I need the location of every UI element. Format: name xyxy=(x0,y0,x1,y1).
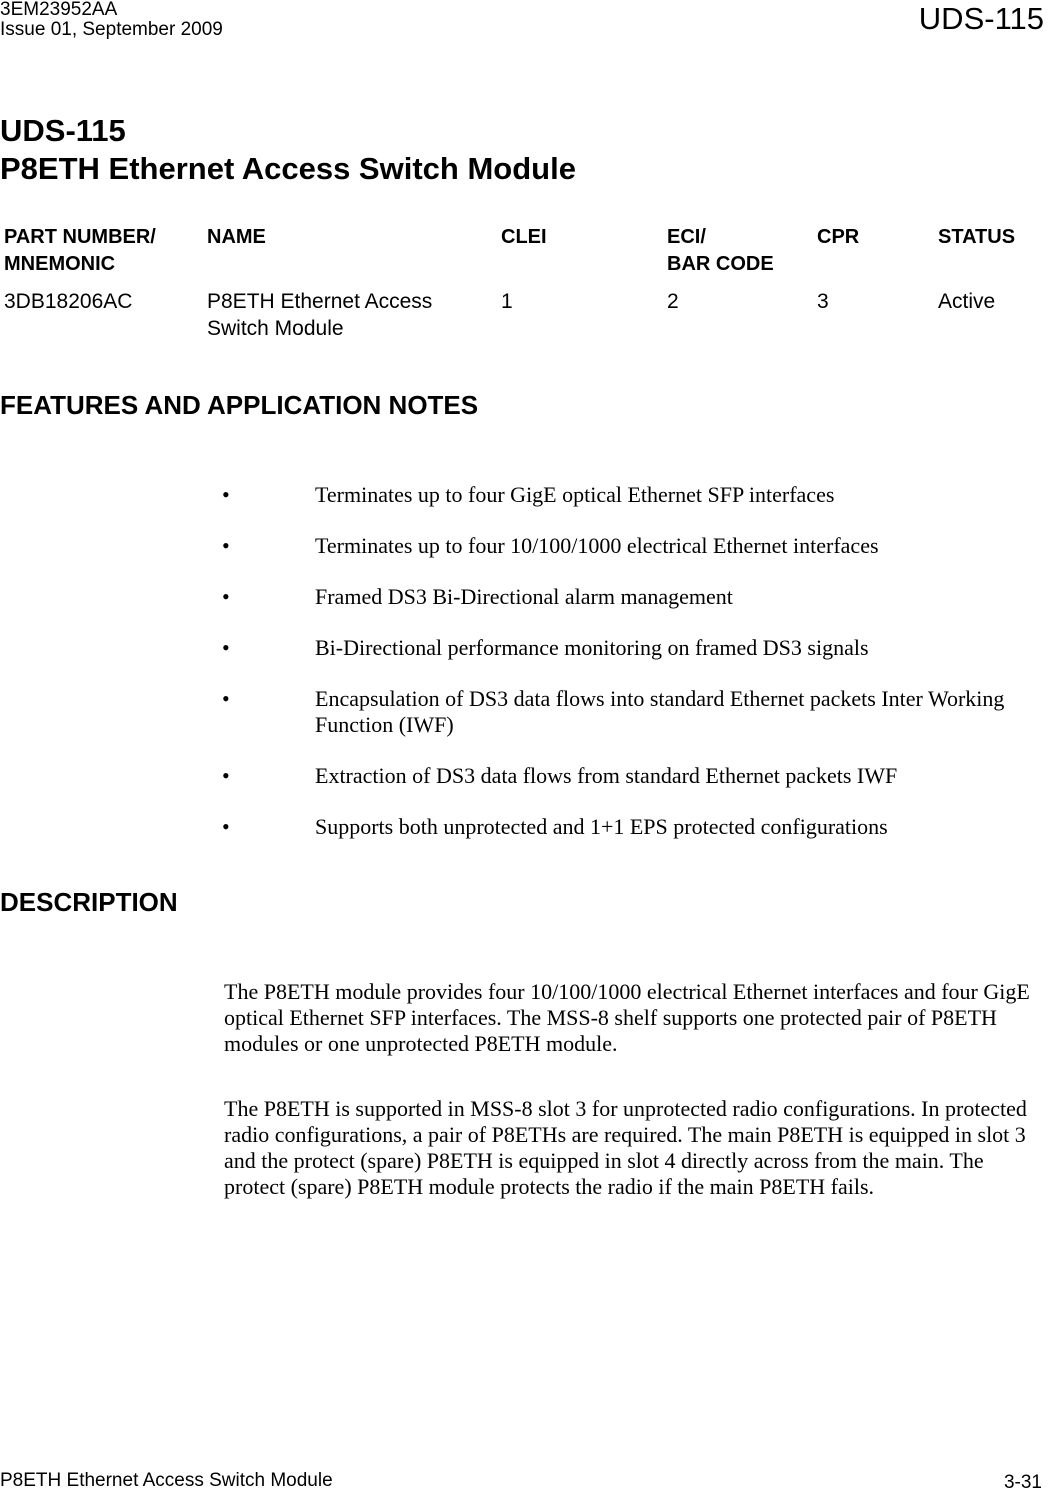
cell-name: P8ETH Ethernet Access Switch Module xyxy=(207,290,433,340)
title-name: P8ETH Ethernet Access Switch Module xyxy=(0,151,576,186)
document-number: 3EM23952AA xyxy=(0,0,118,20)
feature-text: Supports both unprotected and 1+1 EPS pr… xyxy=(315,814,888,839)
bullet-icon: • xyxy=(222,533,230,558)
feature-text: Framed DS3 Bi-Directional alarm manageme… xyxy=(315,584,733,609)
bullet-icon: • xyxy=(222,584,230,609)
cell-clei: 1 xyxy=(501,290,513,313)
header-clei: CLEI xyxy=(501,226,547,248)
cell-status: Active xyxy=(938,290,996,313)
header-status: STATUS xyxy=(938,226,1016,248)
list-item: • Extraction of DS3 data flows from stand… xyxy=(222,763,1048,789)
list-item: • Encapsulation of DS3 data flows into st… xyxy=(222,686,1048,738)
bullet-icon: • xyxy=(222,763,230,788)
document-code: UDS-115 xyxy=(918,1,1044,36)
page-number: 3-31 xyxy=(1003,1472,1042,1493)
list-item: • Terminates up to four GigE optical Ethe… xyxy=(222,482,1048,508)
header-name: NAME xyxy=(207,226,266,248)
spec-table-header: PART NUMBER/MNEMONIC NAME CLEI ECI/BAR C… xyxy=(0,224,1048,288)
cell-cpr: 3 xyxy=(817,290,829,313)
list-item: • Terminates up to four 10/100/1000 elect… xyxy=(222,533,1048,559)
bullet-icon: • xyxy=(222,635,230,660)
features-heading: FEATURES AND APPLICATION NOTES xyxy=(0,390,479,420)
page-title: UDS-115 P8ETH Ethernet Access Switch Mod… xyxy=(0,112,576,188)
description-paragraph: The P8ETH is supported in MSS-8 slot 3 f… xyxy=(224,1096,1027,1199)
description-heading: DESCRIPTION xyxy=(0,887,178,917)
cell-part-number: 3DB18206AC xyxy=(4,290,133,313)
bullet-icon: • xyxy=(222,814,230,839)
feature-text: Bi-Directional performance monitoring on… xyxy=(315,635,869,660)
bullet-icon: • xyxy=(222,482,230,507)
bullet-icon: • xyxy=(222,686,230,711)
features-list: • Terminates up to four GigE optical Ethe… xyxy=(222,482,1048,865)
cell-eci: 2 xyxy=(667,290,679,313)
header-eci: ECI/BAR CODE xyxy=(667,226,774,275)
feature-text: Terminates up to four GigE optical Ether… xyxy=(315,482,835,507)
title-code: UDS-115 xyxy=(0,113,126,148)
feature-text: Encapsulation of DS3 data flows into sta… xyxy=(315,686,1005,737)
feature-text: Terminates up to four 10/100/1000 electr… xyxy=(315,533,879,558)
page-header-left: 3EM23952AA Issue 01, September 2009 xyxy=(0,0,223,40)
spec-table: PART NUMBER/MNEMONIC NAME CLEI ECI/BAR C… xyxy=(0,224,1048,342)
header-part-number: PART NUMBER/MNEMONIC xyxy=(4,226,156,275)
issue-date: Issue 01, September 2009 xyxy=(0,19,223,40)
list-item: • Bi-Directional performance monitoring o… xyxy=(222,635,1048,661)
feature-text: Extraction of DS3 data flows from standa… xyxy=(315,763,898,788)
list-item: • Framed DS3 Bi-Directional alarm managem… xyxy=(222,584,1048,610)
table-row: 3DB18206AC P8ETH Ethernet Access Switch M… xyxy=(0,288,1048,342)
list-item: • Supports both unprotected and 1+1 EPS p… xyxy=(222,814,1048,840)
header-cpr: CPR xyxy=(817,226,860,248)
description-paragraph: The P8ETH module provides four 10/100/10… xyxy=(224,979,1030,1056)
footer-module-name: P8ETH Ethernet Access Switch Module xyxy=(0,1470,333,1491)
